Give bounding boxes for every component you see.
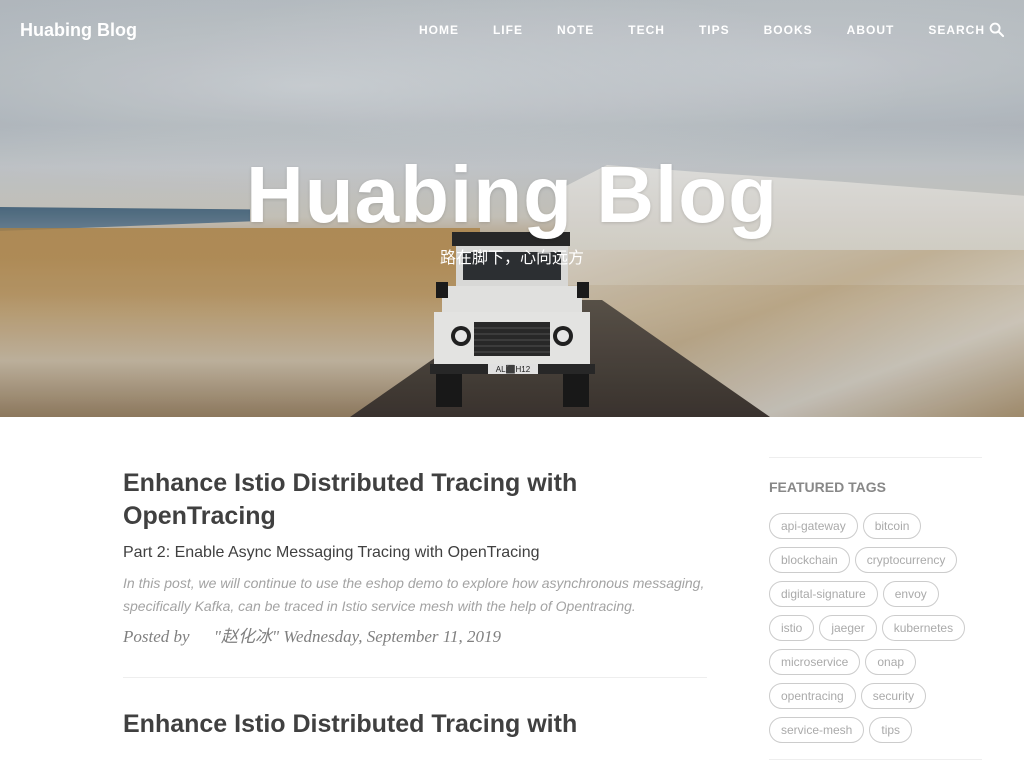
tag-envoy[interactable]: envoy <box>882 581 939 607</box>
post-title[interactable]: Enhance Istio Distributed Tracing with <box>123 708 707 741</box>
sidebar: FEATURED TAGS api-gateway bitcoin blockc… <box>769 457 982 760</box>
posted-by-label: Posted by <box>123 627 190 646</box>
post-list: Enhance Istio Distributed Tracing with O… <box>123 465 707 751</box>
sidebar-divider <box>769 759 982 760</box>
post-subtitle[interactable]: Part 2: Enable Async Messaging Tracing w… <box>123 543 707 563</box>
tag-jaeger[interactable]: jaeger <box>819 615 877 641</box>
tag-cloud: api-gateway bitcoin blockchain cryptocur… <box>769 513 982 751</box>
tag-cryptocurrency[interactable]: cryptocurrency <box>854 547 958 573</box>
search-label: SEARCH <box>928 22 985 37</box>
tag-kubernetes[interactable]: kubernetes <box>881 615 966 641</box>
post-author: "赵化冰" <box>213 627 280 646</box>
hero-title: Huabing Blog <box>246 150 778 239</box>
hero-subtitle: 路在脚下，心向远方 <box>439 248 584 267</box>
nav-item-home[interactable]: HOME <box>419 23 459 37</box>
tag-opentracing[interactable]: opentracing <box>769 683 856 709</box>
post-preview[interactable]: Enhance Istio Distributed Tracing with <box>123 708 707 741</box>
tag-blockchain[interactable]: blockchain <box>769 547 850 573</box>
search-icon <box>989 22 1004 37</box>
post-preview[interactable]: Enhance Istio Distributed Tracing with O… <box>123 467 707 678</box>
nav-item-about[interactable]: ABOUT <box>847 23 895 37</box>
tag-security[interactable]: security <box>860 683 927 709</box>
featured-tags-heading: FEATURED TAGS <box>769 479 886 495</box>
tag-digital-signature[interactable]: digital-signature <box>769 581 878 607</box>
main-nav: HOME LIFE NOTE TECH TIPS BOOKS ABOUT SEA… <box>419 22 1004 37</box>
nav-item-note[interactable]: NOTE <box>557 23 594 37</box>
tag-service-mesh[interactable]: service-mesh <box>769 717 865 743</box>
post-excerpt: In this post, we will continue to use th… <box>123 575 705 614</box>
site-heading: Huabing Blog 路在脚下，心向远方 <box>0 150 1024 268</box>
tag-api-gateway[interactable]: api-gateway <box>769 513 858 539</box>
tag-istio[interactable]: istio <box>769 615 815 641</box>
nav-item-tips[interactable]: TIPS <box>699 23 730 37</box>
post-date: Wednesday, September 11, 2019 <box>283 627 502 646</box>
tag-bitcoin[interactable]: bitcoin <box>862 513 922 539</box>
nav-item-life[interactable]: LIFE <box>493 23 523 37</box>
nav-item-tech[interactable]: TECH <box>628 23 665 37</box>
sidebar-divider <box>769 457 982 458</box>
tag-microservice[interactable]: microservice <box>769 649 861 675</box>
tag-tips[interactable]: tips <box>869 717 913 743</box>
nav-item-books[interactable]: BOOKS <box>764 23 813 37</box>
nav-item-search[interactable]: SEARCH <box>928 22 1004 37</box>
post-meta: Posted by "赵化冰" Wednesday, September 11,… <box>123 622 707 647</box>
tag-onap[interactable]: onap <box>865 649 917 675</box>
post-title[interactable]: Enhance Istio Distributed Tracing with O… <box>123 467 707 533</box>
brand-link[interactable]: Huabing Blog <box>20 20 137 41</box>
